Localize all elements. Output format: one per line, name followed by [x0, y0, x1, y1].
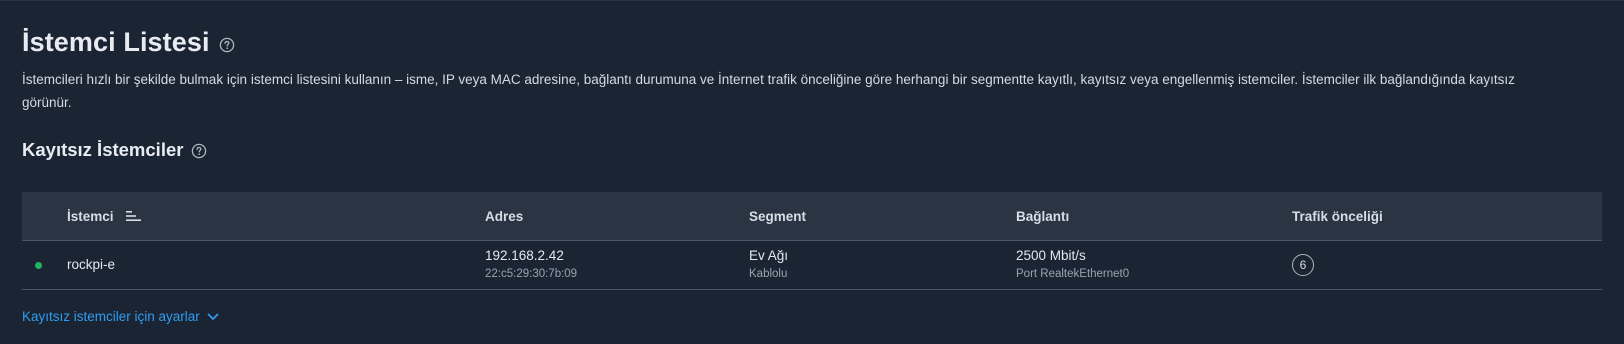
connection-cell: 2500 Mbit/s Port RealtekEthernet0 [1016, 241, 1129, 289]
client-list-page: İstemci Listesi İstemcileri hızlı bir şe… [0, 0, 1624, 344]
column-header-client[interactable]: İstemci [67, 192, 142, 240]
help-icon[interactable] [191, 143, 207, 159]
settings-link-label: Kayıtsız istemciler için ayarlar [22, 309, 200, 324]
priority-cell: 6 [1292, 241, 1314, 289]
chevron-down-icon [207, 313, 219, 321]
sort-icon[interactable] [125, 210, 142, 222]
column-header-priority[interactable]: Trafik önceliği [1292, 192, 1383, 240]
priority-badge[interactable]: 6 [1292, 254, 1314, 276]
column-header-address[interactable]: Adres [485, 192, 523, 240]
help-icon[interactable] [219, 37, 235, 53]
address-cell: 192.168.2.42 22:c5:29:30:7b:09 [485, 241, 577, 289]
section-header: Kayıtsız İstemciler [22, 139, 207, 161]
client-name[interactable]: rockpi-e [67, 256, 115, 274]
online-status-dot [35, 262, 42, 269]
column-header-label: İstemci [67, 208, 114, 224]
table-header: İstemci Adres Segment Bağlantı Trafik ön… [22, 192, 1602, 241]
table-row[interactable]: rockpi-e 192.168.2.42 22:c5:29:30:7b:09 … [22, 241, 1602, 290]
column-header-connection[interactable]: Bağlantı [1016, 192, 1069, 240]
segment-type: Kablolu [749, 268, 788, 280]
page-title: İstemci Listesi [22, 27, 210, 57]
column-header-segment[interactable]: Segment [749, 192, 806, 240]
ip-address: 192.168.2.42 [485, 248, 564, 263]
connection-speed: 2500 Mbit/s [1016, 248, 1086, 263]
unregistered-clients-table: İstemci Adres Segment Bağlantı Trafik ön… [22, 192, 1602, 290]
connection-port: Port RealtekEthernet0 [1016, 268, 1130, 280]
mac-address: 22:c5:29:30:7b:09 [485, 268, 578, 280]
client-cell: rockpi-e [67, 241, 115, 289]
segment-cell: Ev Ağı Kablolu [749, 241, 788, 289]
segment-name: Ev Ağı [749, 248, 789, 263]
section-title: Kayıtsız İstemciler [22, 139, 184, 160]
page-description: İstemcileri hızlı bir şekilde bulmak içi… [22, 72, 1515, 110]
unregistered-settings-link[interactable]: Kayıtsız istemciler için ayarlar [22, 309, 219, 324]
page-header: İstemci Listesi [22, 27, 235, 58]
